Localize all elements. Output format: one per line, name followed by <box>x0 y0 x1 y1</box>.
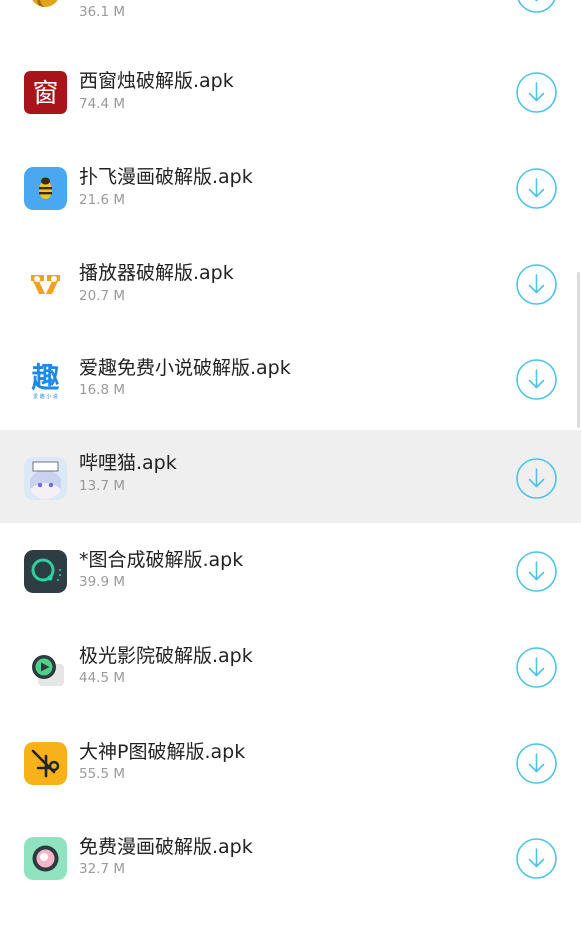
list-item[interactable]: 扑飞漫画破解版.apk 21.6 M <box>0 140 581 236</box>
download-icon <box>516 743 557 784</box>
apk-download-list: 36.1 M 窗 西窗烛破解版.apk 74.4 M 扑飞漫画破解版.apk 2… <box>0 0 581 930</box>
list-item[interactable]: 大神P图破解版.apk 55.5 M <box>0 715 581 811</box>
list-item[interactable]: 哔哩猫.apk 13.7 M <box>0 430 581 526</box>
download-icon <box>517 0 556 13</box>
app-name: 极光影院破解版.apk <box>79 645 253 667</box>
list-item[interactable]: 播放器破解版.apk 20.7 M <box>0 236 581 332</box>
download-icon <box>516 551 557 592</box>
app-name: *图合成破解版.apk <box>79 549 244 571</box>
scrollbar[interactable] <box>577 272 580 428</box>
download-icon <box>516 168 557 209</box>
ring-icon <box>24 550 67 593</box>
app-name: 扑飞漫画破解版.apk <box>79 166 253 188</box>
app-size: 16.8 M <box>79 382 125 398</box>
app-name: 西窗烛破解版.apk <box>79 70 234 92</box>
download-icon <box>516 72 557 113</box>
pink-circle-icon <box>24 837 67 880</box>
anime-girl-icon <box>24 457 67 500</box>
list-item[interactable]: 免费漫画破解版.apk 32.7 M <box>0 810 581 906</box>
icon-caption: 爱 趣 小 说 <box>33 393 58 400</box>
download-icon <box>516 647 557 688</box>
icon-glyph: 趣 <box>31 361 59 394</box>
window-candle-icon: 窗 <box>24 71 67 114</box>
list-item[interactable]: 窗 西窗烛破解版.apk 74.4 M <box>0 44 581 140</box>
download-button[interactable] <box>516 359 557 400</box>
list-item[interactable]: 极光影院破解版.apk 44.5 M <box>0 619 581 715</box>
app-size: 36.1 M <box>79 4 125 20</box>
scissors-icon <box>24 742 67 785</box>
download-icon <box>516 838 557 879</box>
download-button[interactable] <box>516 72 557 113</box>
app-size: 74.4 M <box>79 96 125 112</box>
bee-icon <box>24 167 67 210</box>
download-button[interactable] <box>516 168 557 209</box>
play-circle-icon <box>24 646 67 689</box>
aiqu-novel-icon: 趣爱 趣 小 说 <box>24 358 67 401</box>
download-button[interactable] <box>516 458 557 499</box>
download-icon <box>516 359 557 400</box>
download-button[interactable] <box>516 838 557 879</box>
download-button[interactable] <box>516 551 557 592</box>
app-size: 55.5 M <box>79 766 125 782</box>
app-name: 播放器破解版.apk <box>79 262 234 284</box>
app-name: 免费漫画破解版.apk <box>79 836 253 858</box>
list-item[interactable]: *图合成破解版.apk 39.9 M <box>0 523 581 619</box>
app-size: 32.7 M <box>79 861 125 877</box>
list-item[interactable]: 36.1 M <box>0 0 581 48</box>
app-size: 39.9 M <box>79 574 125 590</box>
download-button[interactable] <box>516 743 557 784</box>
app-name: 大神P图破解版.apk <box>79 741 246 763</box>
download-button[interactable] <box>516 647 557 688</box>
app-name: 爱趣免费小说破解版.apk <box>79 357 291 379</box>
app-size: 44.5 M <box>79 670 125 686</box>
player-icon <box>24 263 67 306</box>
app-size: 21.6 M <box>79 192 125 208</box>
app-size: 13.7 M <box>79 478 125 494</box>
coin-icon <box>30 0 60 7</box>
download-button[interactable] <box>516 0 557 13</box>
app-name: 哔哩猫.apk <box>79 452 177 474</box>
list-item[interactable]: 趣爱 趣 小 说 爱趣免费小说破解版.apk 16.8 M <box>0 331 581 427</box>
download-icon <box>516 458 557 499</box>
app-size: 20.7 M <box>79 288 125 304</box>
download-button[interactable] <box>516 264 557 305</box>
icon-glyph: 窗 <box>32 79 58 109</box>
download-icon <box>516 264 557 305</box>
